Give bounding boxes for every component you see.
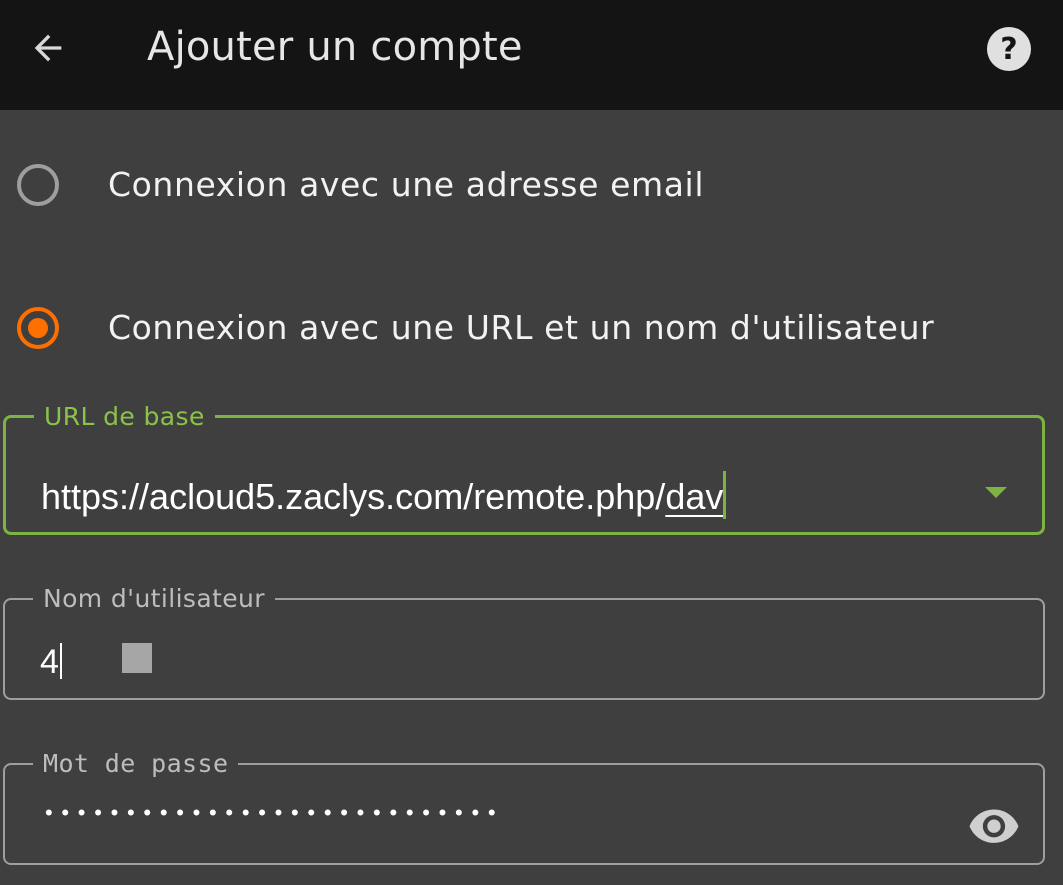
- base-url-input[interactable]: https://acloud5.zaclys.com/remote.php/da…: [41, 471, 727, 519]
- password-mask: ••••••••••••••••••••••••••••: [45, 800, 505, 825]
- text-cursor: [59, 643, 62, 679]
- username-label: Nom d'utilisateur: [43, 584, 265, 613]
- redacted-box: [122, 643, 152, 673]
- radio-option-email[interactable]: Connexion avec une adresse email: [0, 135, 1063, 235]
- toggle-password-visibility-button[interactable]: [967, 804, 1021, 844]
- back-button[interactable]: [22, 22, 74, 74]
- arrow-left-icon: [34, 34, 62, 62]
- radio-label-email: Connexion avec une adresse email: [108, 165, 705, 204]
- base-url-field[interactable]: URL de base https://acloud5.zaclys.com/r…: [3, 402, 1045, 535]
- help-button[interactable]: ?: [986, 26, 1032, 72]
- dropdown-arrow-icon: [985, 487, 1007, 498]
- page-title: Ajouter un compte: [147, 24, 523, 70]
- username-field[interactable]: Nom d'utilisateur 4: [3, 584, 1045, 700]
- help-circle-icon: ?: [987, 27, 1031, 71]
- base-url-value-suffix: dav: [665, 476, 724, 517]
- username-input[interactable]: 4: [40, 643, 62, 682]
- password-label: Mot de passe: [43, 749, 229, 778]
- password-field[interactable]: Mot de passe •••••••••••••••••••••••••••…: [3, 749, 1045, 865]
- radio-label-url: Connexion avec une URL et un nom d'utili…: [108, 308, 935, 347]
- app-bar: Ajouter un compte ?: [0, 0, 1063, 110]
- password-input[interactable]: ••••••••••••••••••••••••••••: [45, 800, 504, 826]
- radio-checked-icon[interactable]: [16, 306, 60, 350]
- svg-text:?: ?: [1000, 32, 1017, 67]
- base-url-value-prefix: https://acloud5.zaclys.com/remote.php/: [41, 476, 666, 517]
- eye-icon: [969, 809, 1019, 843]
- username-value: 4: [40, 643, 59, 681]
- radio-unchecked-icon[interactable]: [16, 163, 60, 207]
- text-cursor: [723, 471, 727, 519]
- radio-option-url[interactable]: Connexion avec une URL et un nom d'utili…: [0, 278, 1063, 378]
- base-url-label: URL de base: [44, 402, 205, 431]
- base-url-dropdown-button[interactable]: [976, 473, 1016, 513]
